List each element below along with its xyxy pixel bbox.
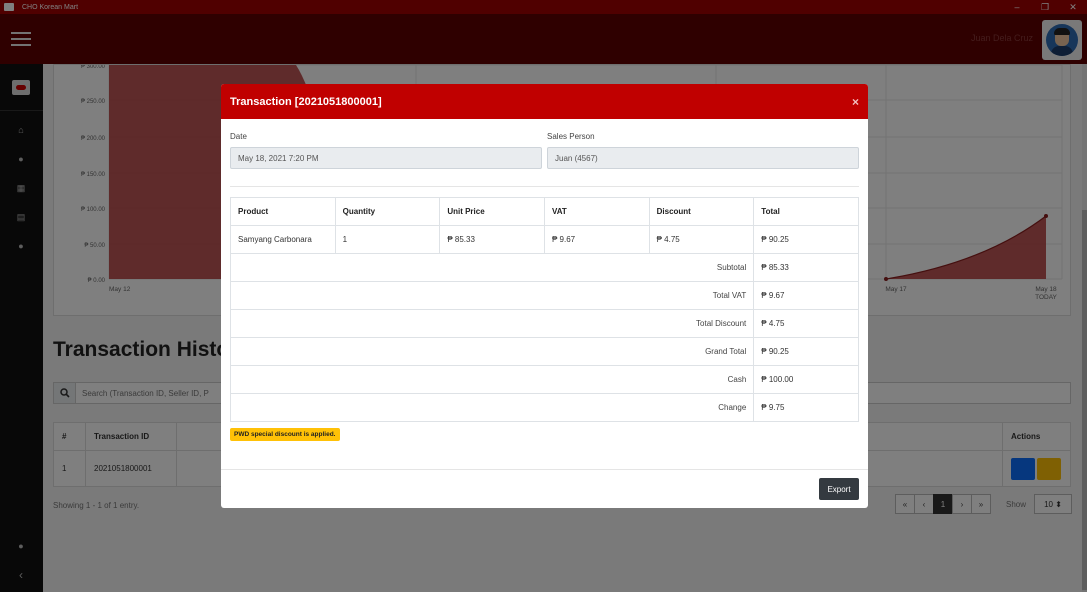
item-total: ₱ 90.25 — [753, 225, 859, 254]
table-row: Samyang Carbonara 1 ₱ 85.33 ₱ 9.67 ₱ 4.7… — [230, 225, 859, 254]
total-vat-value: ₱ 9.67 — [753, 281, 859, 310]
summary-row: Subtotal ₱ 85.33 — [229, 253, 859, 282]
summary-row: Grand Total ₱ 90.25 — [229, 337, 859, 366]
subtotal-label: Subtotal — [229, 253, 755, 282]
item-product: Samyang Carbonara — [230, 225, 336, 254]
modal-header: Transaction [2021051800001] × — [221, 84, 868, 119]
change-label: Change — [229, 393, 755, 422]
items-table: Product Quantity Unit Price VAT Discount… — [229, 197, 859, 422]
col-discount: Discount — [648, 197, 755, 226]
cash-label: Cash — [229, 365, 755, 394]
divider — [230, 186, 859, 187]
change-value: ₱ 9.75 — [753, 393, 859, 422]
subtotal-value: ₱ 85.33 — [753, 253, 859, 282]
pwd-discount-badge: PWD special discount is applied. — [230, 428, 340, 441]
col-vat: VAT — [543, 197, 650, 226]
close-icon[interactable]: × — [852, 95, 859, 109]
cash-value: ₱ 100.00 — [753, 365, 859, 394]
summary-row: Total Discount ₱ 4.75 — [229, 309, 859, 338]
col-quantity: Quantity — [334, 197, 441, 226]
total-discount-label: Total Discount — [229, 309, 755, 338]
item-discount: ₱ 4.75 — [648, 225, 755, 254]
summary-row: Cash ₱ 100.00 — [229, 365, 859, 394]
summary-row: Total VAT ₱ 9.67 — [229, 281, 859, 310]
sales-person-field[interactable]: Juan (4567) — [547, 147, 859, 169]
summary-row: Change ₱ 9.75 — [229, 393, 859, 422]
item-unit-price: ₱ 85.33 — [439, 225, 545, 254]
col-unit-price: Unit Price — [439, 197, 545, 226]
date-field[interactable]: May 18, 2021 7:20 PM — [230, 147, 542, 169]
transaction-modal: Transaction [2021051800001] × Date May 1… — [221, 84, 868, 508]
item-vat: ₱ 9.67 — [543, 225, 650, 254]
col-total: Total — [753, 197, 859, 226]
grand-total-value: ₱ 90.25 — [753, 337, 859, 366]
col-product: Product — [230, 197, 336, 226]
export-button[interactable]: Export — [819, 478, 859, 500]
date-label: Date — [230, 132, 247, 141]
item-quantity: 1 — [334, 225, 441, 254]
grand-total-label: Grand Total — [229, 337, 755, 366]
sales-person-label: Sales Person — [547, 132, 595, 141]
total-discount-value: ₱ 4.75 — [753, 309, 859, 338]
total-vat-label: Total VAT — [229, 281, 755, 310]
footer-divider — [221, 469, 868, 470]
modal-title: Transaction [2021051800001] — [230, 95, 382, 108]
